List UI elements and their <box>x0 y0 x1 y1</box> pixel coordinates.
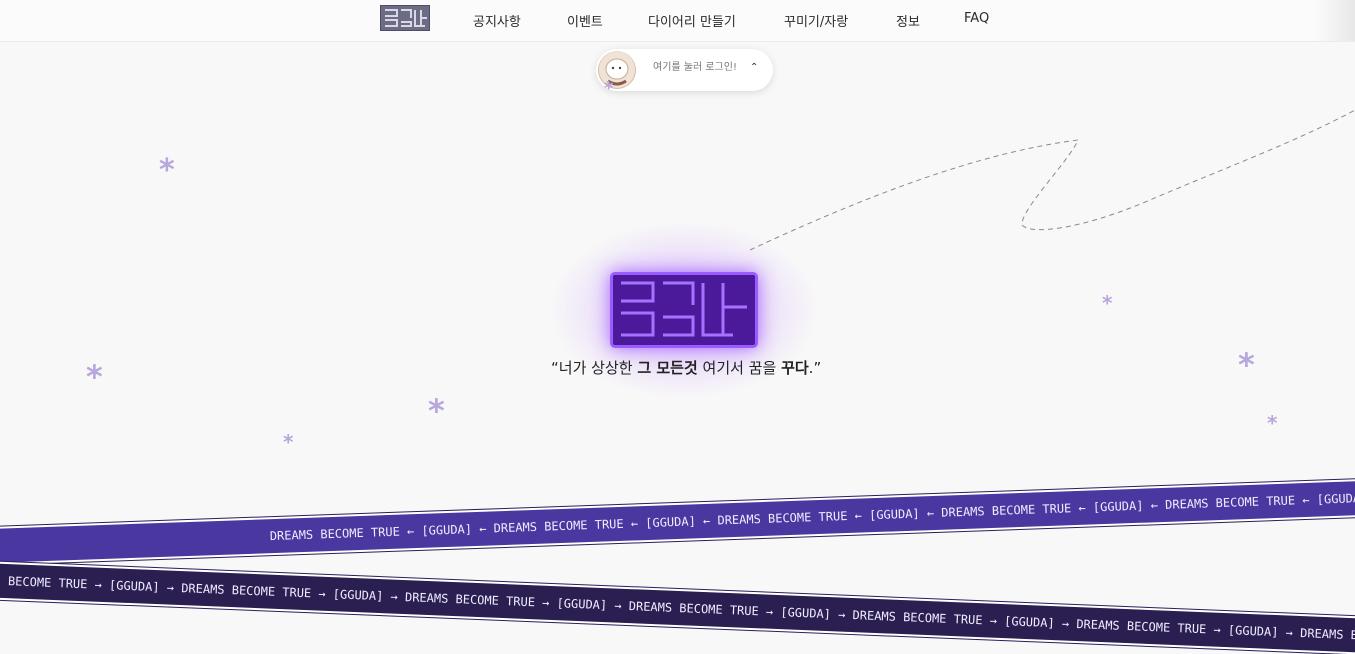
star-decoration: * <box>159 153 175 188</box>
nav-scroll-shadow <box>1315 0 1355 41</box>
site-logo[interactable] <box>380 5 430 31</box>
slogan-bold-text: 그 모든것 <box>637 359 698 377</box>
star-decoration: * <box>1267 411 1278 435</box>
star-decoration: * <box>1102 291 1113 315</box>
hero-logo <box>610 272 758 348</box>
marquee-ribbon-back: DREAMS BECOME TRUE ← [GGUDA] ← DREAMS BE… <box>0 479 1355 564</box>
nav-item-info[interactable]: 정보 <box>896 11 920 30</box>
login-button[interactable]: 여기를 눌러 로그인! ⌃ <box>596 49 773 91</box>
nav-item-decorate-show[interactable]: 꾸미기/자랑 <box>784 11 848 30</box>
login-prompt-text: 여기를 눌러 로그인! <box>653 62 737 73</box>
nav-item-faq[interactable]: FAQ <box>964 11 989 26</box>
top-navigation: 공지사항 이벤트 다이어리 만들기 꾸미기/자랑 정보 FAQ <box>0 0 1355 42</box>
chevron-up-icon: ⌃ <box>750 62 759 73</box>
ribbon-text: BECOME TRUE → [GGUDA] → DREAMS BECOME TR… <box>7 574 1355 648</box>
star-decoration: * <box>283 430 294 454</box>
slogan-text: .” <box>808 359 822 377</box>
hero-slogan: “너가 상상한 그 모든것 여기서 꿈을 꾸다.” <box>551 357 821 378</box>
star-decoration: * <box>428 392 445 430</box>
star-decoration: * <box>1238 346 1255 384</box>
slogan-text: 여기서 꿈을 <box>697 359 782 377</box>
nav-item-make-diary[interactable]: 다이어리 만들기 <box>648 11 736 30</box>
star-decoration: * <box>86 358 103 396</box>
star-decoration: * <box>604 78 614 99</box>
ribbon-text: DREAMS BECOME TRUE ← [GGUDA] ← DREAMS BE… <box>269 486 1355 544</box>
nav-item-events[interactable]: 이벤트 <box>567 11 603 30</box>
slogan-bold-text: 꾸다 <box>781 359 809 377</box>
slogan-text: “너가 상상한 <box>551 359 638 377</box>
nav-item-notice[interactable]: 공지사항 <box>473 11 521 30</box>
marquee-ribbon-front: BECOME TRUE → [GGUDA] → DREAMS BECOME TR… <box>0 563 1355 654</box>
